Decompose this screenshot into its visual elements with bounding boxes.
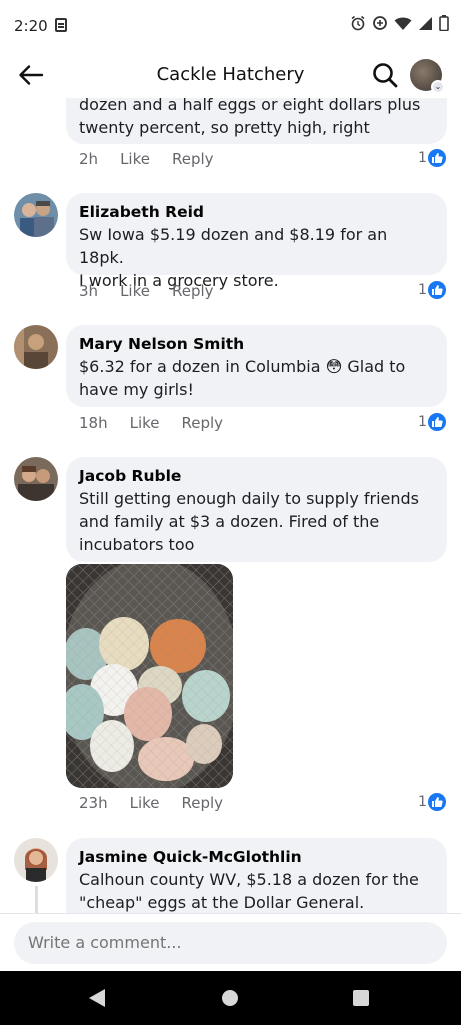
chevron-down-icon: ⌄ bbox=[431, 80, 445, 94]
comment-composer-bar bbox=[0, 913, 461, 971]
like-link[interactable]: Like bbox=[130, 414, 160, 432]
comments-feed[interactable]: dozen and a half eggs or eight dollars p… bbox=[0, 98, 461, 913]
comment-text: Still getting enough daily to supply fri… bbox=[79, 487, 433, 556]
comment-actions: 23h Like Reply bbox=[79, 794, 245, 812]
thumbs-up-icon bbox=[427, 281, 446, 299]
data-saver-icon bbox=[373, 16, 387, 30]
comment-text-line: have my girls! bbox=[79, 380, 194, 399]
comment-bubble: Elizabeth Reid Sw Iowa $5.19 dozen and $… bbox=[66, 193, 447, 290]
reaction-count[interactable]: 1 bbox=[418, 281, 446, 299]
search-button[interactable] bbox=[371, 61, 399, 89]
comment-bubble: dozen and a half eggs or eight dollars p… bbox=[66, 98, 447, 144]
comment-time: 2h bbox=[79, 150, 99, 168]
system-nav-bar bbox=[0, 971, 461, 1025]
comment-text-line: twenty percent, so pretty high, right bbox=[79, 118, 370, 137]
comment-bubble: Jasmine Quick-McGlothlin Calhoun county … bbox=[66, 838, 447, 913]
wifi-icon bbox=[394, 17, 412, 30]
profile-avatar-button[interactable]: ⌄ bbox=[410, 59, 445, 94]
nav-home-icon[interactable] bbox=[222, 990, 238, 1006]
comment-actions: 3h Like Reply bbox=[79, 282, 236, 300]
comment-author[interactable]: Elizabeth Reid bbox=[79, 201, 433, 223]
comment-author[interactable]: Jacob Ruble bbox=[79, 465, 433, 487]
app-header: Cackle Hatchery ⌄ bbox=[0, 52, 461, 98]
reply-link[interactable]: Reply bbox=[182, 794, 224, 812]
thumbs-up-icon bbox=[427, 793, 446, 811]
comment-text-line: $6.32 for a dozen in Columbia 😳 Glad to bbox=[79, 357, 406, 376]
comment-actions: 18h Like Reply bbox=[79, 414, 245, 432]
comment-bubble: Mary Nelson Smith $6.32 for a dozen in C… bbox=[66, 325, 447, 407]
reaction-number: 1 bbox=[418, 794, 427, 810]
comment-text-line: and family at $3 a dozen. Fired of the bbox=[79, 512, 380, 531]
status-bar: 2:20 bbox=[0, 0, 461, 52]
reaction-count[interactable]: 1 bbox=[418, 793, 446, 811]
comment-text: dozen and a half eggs or eight dollars p… bbox=[79, 98, 433, 139]
like-link[interactable]: Like bbox=[130, 794, 160, 812]
avatar[interactable] bbox=[14, 193, 58, 237]
comment-time: 18h bbox=[79, 414, 108, 432]
comment-text-line: Sw Iowa $5.19 dozen and $8.19 for an 18p… bbox=[79, 225, 388, 267]
comment-text-line: Still getting enough daily to supply fri… bbox=[79, 489, 419, 508]
comment-text-line: incubators too bbox=[79, 535, 195, 554]
write-comment-input[interactable] bbox=[14, 922, 447, 964]
comment-photo-eggs[interactable] bbox=[66, 564, 233, 788]
comment-text: Calhoun county WV, $5.18 a dozen for the… bbox=[79, 868, 433, 913]
notification-icon bbox=[55, 18, 67, 32]
like-link[interactable]: Like bbox=[120, 150, 150, 168]
comment-actions: 2h Like Reply bbox=[79, 150, 236, 168]
cell-signal-icon bbox=[419, 16, 432, 30]
reaction-number: 1 bbox=[418, 282, 427, 298]
comment-text-line: dozen and a half eggs or eight dollars p… bbox=[79, 98, 421, 114]
like-link[interactable]: Like bbox=[120, 282, 150, 300]
battery-icon bbox=[439, 15, 449, 31]
thumbs-up-icon bbox=[427, 149, 446, 167]
comment-author[interactable]: Mary Nelson Smith bbox=[79, 333, 433, 355]
reply-link[interactable]: Reply bbox=[182, 414, 224, 432]
avatar[interactable] bbox=[14, 457, 58, 501]
avatar[interactable] bbox=[14, 838, 58, 882]
search-icon bbox=[373, 63, 398, 88]
comment-text-line: Calhoun county WV, $5.18 a dozen for the bbox=[79, 870, 419, 889]
reply-link[interactable]: Reply bbox=[172, 282, 214, 300]
reaction-count[interactable]: 1 bbox=[418, 413, 446, 431]
reaction-count[interactable]: 1 bbox=[418, 149, 446, 167]
comment-time: 23h bbox=[79, 794, 108, 812]
comment-bubble: Jacob Ruble Still getting enough daily t… bbox=[66, 457, 447, 562]
comment-text: $6.32 for a dozen in Columbia 😳 Glad to … bbox=[79, 355, 433, 401]
status-time: 2:20 bbox=[14, 17, 48, 35]
reaction-number: 1 bbox=[418, 150, 427, 166]
alarm-icon bbox=[351, 15, 365, 31]
reaction-number: 1 bbox=[418, 414, 427, 430]
reply-link[interactable]: Reply bbox=[172, 150, 214, 168]
comment-text-line: "cheap" eggs at the Dollar General. bbox=[79, 893, 365, 912]
comment-time: 3h bbox=[79, 282, 99, 300]
comment-author[interactable]: Jasmine Quick-McGlothlin bbox=[79, 846, 433, 868]
thread-line bbox=[35, 886, 38, 913]
nav-recents-icon[interactable] bbox=[353, 990, 369, 1006]
avatar[interactable] bbox=[14, 325, 58, 369]
thumbs-up-icon bbox=[427, 413, 446, 431]
status-icons bbox=[350, 15, 449, 31]
nav-back-icon[interactable] bbox=[88, 988, 106, 1008]
